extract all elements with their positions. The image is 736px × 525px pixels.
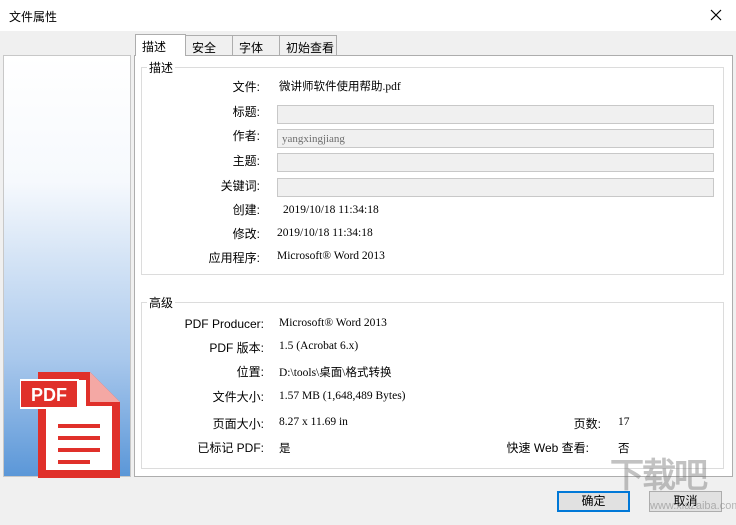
side-banner: PDF [3, 55, 131, 478]
pdf-version-value: 1.5 (Acrobat 6.x) [279, 340, 359, 352]
tab-description[interactable]: 描述 [135, 34, 186, 56]
page-count-value: 17 [618, 416, 630, 428]
pdf-producer-label: PDF Producer: [184, 317, 264, 331]
modified-value: 2019/10/18 11:34:18 [277, 227, 373, 239]
close-button[interactable] [696, 0, 736, 31]
location-label: 位置: [236, 365, 264, 379]
pdf-file-icon: PDF [20, 372, 120, 478]
subject-label: 主题: [232, 154, 260, 168]
pdf-version-label: PDF 版本: [209, 341, 264, 355]
title-input[interactable] [278, 106, 713, 123]
file-label: 文件: [232, 80, 260, 94]
tagged-pdf-label: 已标记 PDF: [197, 441, 264, 455]
file-size-value: 1.57 MB (1,648,489 Bytes) [279, 390, 406, 402]
title-bar: 文件属性 [0, 0, 736, 31]
keywords-field[interactable] [277, 178, 714, 197]
title-label: 标题: [232, 105, 260, 119]
tab-label: 描述 [142, 40, 167, 54]
author-label: 作者: [232, 129, 260, 143]
close-icon [710, 9, 722, 21]
created-value: 2019/10/18 11:34:18 [283, 204, 379, 216]
description-group-title: 描述 [147, 59, 176, 76]
tab-initial-view[interactable]: 初始查看 [279, 35, 337, 55]
subject-input[interactable] [278, 154, 713, 171]
file-size-label: 文件大小: [212, 390, 264, 404]
author-field[interactable] [277, 129, 714, 148]
keywords-label: 关键词: [220, 179, 260, 193]
application-label: 应用程序: [208, 251, 260, 265]
advanced-group-title: 高级 [147, 294, 176, 311]
pdf-badge-text: PDF [31, 385, 67, 405]
keywords-input[interactable] [278, 179, 713, 196]
tab-label: 安全 [192, 41, 217, 55]
application-value: Microsoft® Word 2013 [277, 250, 385, 262]
created-label: 创建: [232, 203, 260, 217]
window-title: 文件属性 [9, 10, 58, 24]
file-value: 微讲师软件使用帮助.pdf [279, 81, 401, 93]
title-field[interactable] [277, 105, 714, 124]
tab-label: 字体 [239, 41, 264, 55]
watermark-logo: 下载吧 [610, 456, 708, 496]
author-input[interactable] [278, 130, 713, 147]
location-value: D:\tools\桌面\格式转换 [279, 367, 392, 379]
tagged-pdf-value: 是 [279, 443, 291, 455]
watermark-url: www.xiazaiba.com [650, 500, 736, 512]
subject-field[interactable] [277, 153, 714, 172]
tab-label: 初始查看 [286, 41, 335, 55]
page-count-label: 页数: [573, 417, 601, 431]
tab-security[interactable]: 安全 [185, 35, 233, 55]
page-size-label: 页面大小: [212, 417, 264, 431]
tab-panel: 描述 文件: 微讲师软件使用帮助.pdf 标题: 作者: 主题: 关键词: 创建… [134, 55, 733, 477]
pdf-producer-value: Microsoft® Word 2013 [279, 317, 387, 329]
fast-web-view-label: 快速 Web 查看: [506, 441, 589, 455]
modified-label: 修改: [232, 227, 260, 241]
page-size-value: 8.27 x 11.69 in [279, 416, 348, 428]
tab-fonts[interactable]: 字体 [232, 35, 280, 55]
